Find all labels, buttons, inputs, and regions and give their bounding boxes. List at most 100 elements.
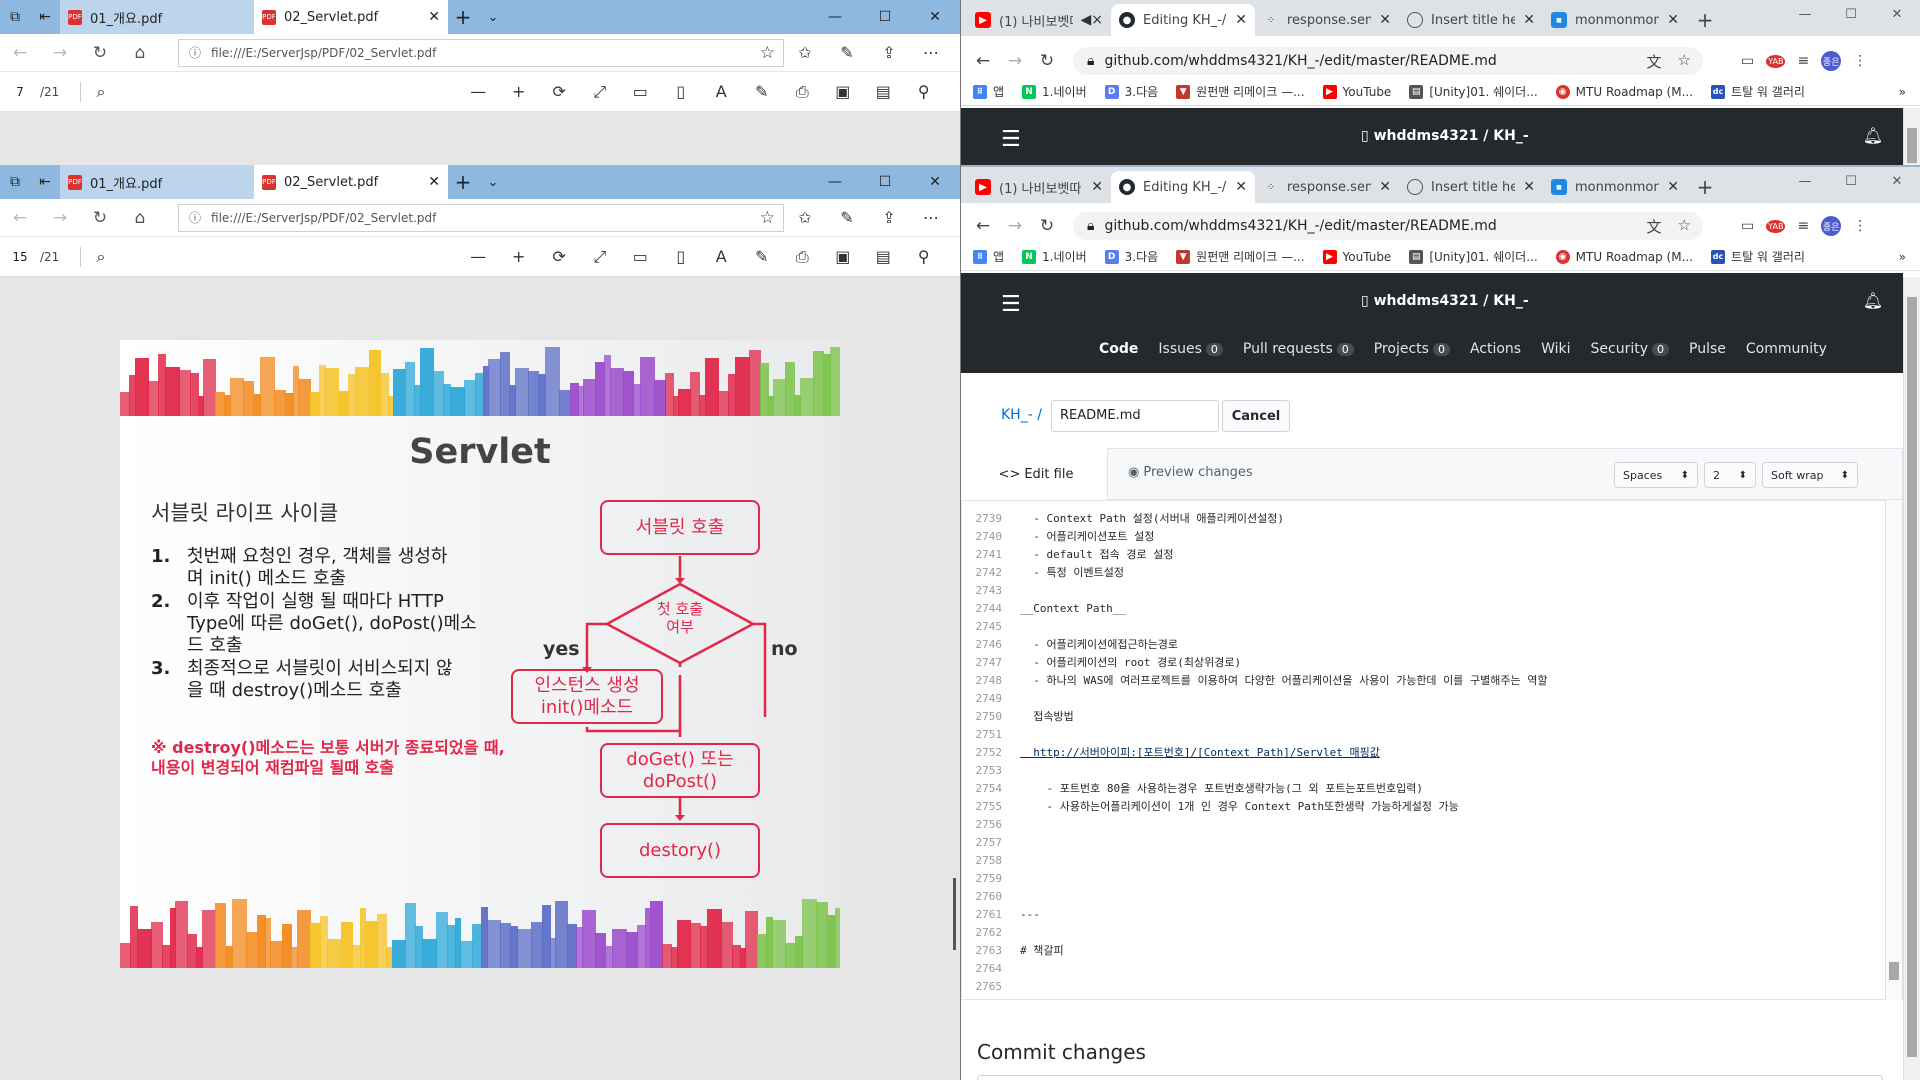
new-tab-button[interactable]: +	[448, 165, 478, 199]
new-tab-button[interactable]: +	[1687, 171, 1723, 203]
chrome-tab[interactable]: Insert title here ✕	[1399, 171, 1543, 203]
zoom-in-icon[interactable]: +	[499, 82, 540, 102]
close-tab-icon[interactable]: ✕	[1379, 12, 1391, 28]
bookmark-item[interactable]: ▼ 원펀맨 리메이크 —...	[1176, 248, 1305, 265]
chrome-tab[interactable]: ▶ (1) 나비보벳따 ◀×	[967, 4, 1111, 36]
translate-icon[interactable]: 文	[1647, 216, 1662, 237]
star-icon[interactable]: ☆	[1678, 51, 1691, 72]
chrome-tab-active[interactable]: ● Editing KH_-/R ✕	[1111, 171, 1255, 203]
star-icon[interactable]: ☆	[760, 208, 775, 228]
home-icon[interactable]: ⌂	[120, 43, 160, 63]
minimize-button[interactable]: —	[1782, 167, 1828, 195]
zoom-out-icon[interactable]: —	[458, 82, 499, 102]
refresh-icon[interactable]: ↻	[1031, 216, 1063, 236]
new-tab-button[interactable]: +	[448, 0, 478, 34]
save-as-icon[interactable]: ▤	[863, 247, 904, 267]
back-icon[interactable]: ←	[0, 43, 40, 63]
more-icon[interactable]: ⋯	[912, 43, 950, 62]
close-button[interactable]: ✕	[910, 165, 960, 199]
bookmark-item[interactable]: dc 트탈 워 갤러리	[1711, 248, 1805, 265]
page-number-input[interactable]: 15	[0, 250, 40, 264]
chrome-tab-active[interactable]: ● Editing KH_-/R ✕	[1111, 4, 1255, 36]
close-tab-icon[interactable]: ✕	[428, 9, 440, 25]
close-tab-icon[interactable]: ✕	[1091, 179, 1103, 195]
tab-actions[interactable]: Actions	[1470, 341, 1521, 357]
save-icon[interactable]: ▣	[823, 247, 864, 267]
reading-list-icon[interactable]: ≡	[1797, 53, 1809, 69]
page-view-icon[interactable]: ▯	[661, 82, 702, 102]
bookmark-item[interactable]: dc 트탈 워 갤러리	[1711, 83, 1805, 100]
maximize-button[interactable]: ☐	[1828, 167, 1874, 195]
forward-icon[interactable]: →	[40, 208, 80, 228]
print-icon[interactable]: ⎙	[782, 82, 823, 102]
bookmark-item[interactable]: ⠿ 앱	[973, 248, 1004, 265]
filename-input[interactable]: README.md	[1051, 400, 1219, 432]
fit-width-icon[interactable]: ▭	[620, 247, 661, 267]
favorites-icon[interactable]: ✩	[786, 208, 824, 227]
search-icon[interactable]: ⌕	[81, 247, 121, 267]
chrome-tab[interactable]: ⁘ response.send ✕	[1255, 4, 1399, 36]
tab-preview-changes[interactable]: ◉ Preview changes	[1128, 465, 1253, 480]
bookmark-item[interactable]: ⠿ 앱	[973, 83, 1004, 100]
fit-page-icon[interactable]: ⤢	[580, 247, 621, 267]
avatar[interactable]: 종은	[1821, 216, 1842, 236]
maximize-button[interactable]: ☐	[860, 0, 910, 34]
menu-icon[interactable]: ⋮	[1853, 218, 1867, 234]
read-aloud-icon[interactable]: A	[701, 82, 742, 102]
breadcrumb[interactable]: KH_- /	[1001, 407, 1042, 423]
tab-issues[interactable]: Issues 0	[1158, 341, 1223, 357]
close-tab-icon[interactable]: ✕	[1235, 12, 1247, 28]
avatar[interactable]: 종은	[1821, 51, 1842, 71]
editor-scrollbar[interactable]	[1885, 500, 1902, 1000]
close-button[interactable]: ✕	[1874, 0, 1920, 28]
star-icon[interactable]: ☆	[1678, 216, 1691, 237]
pdf-scrollbar-thumb[interactable]	[953, 878, 956, 950]
minimize-button[interactable]: —	[810, 165, 860, 199]
mute-icon[interactable]: ◀×	[1081, 12, 1104, 28]
bookmark-item[interactable]: ▤ [Unity]01. 쉐이더...	[1409, 83, 1538, 100]
close-tab-icon[interactable]: ✕	[1667, 179, 1679, 195]
tab-actions-icon[interactable]: ⧉	[0, 0, 30, 34]
tab-code[interactable]: Code	[1099, 341, 1138, 357]
close-tab-icon[interactable]: ✕	[1667, 12, 1679, 28]
close-button[interactable]: ✕	[1874, 167, 1920, 195]
tab-pull-requests[interactable]: Pull requests 0	[1243, 341, 1354, 357]
bookmark-item[interactable]: D 3.다음	[1104, 83, 1158, 100]
chevron-right-icon[interactable]: »	[1899, 250, 1906, 264]
refresh-icon[interactable]: ↻	[1031, 51, 1063, 71]
edge-tab[interactable]: PDF 01_개요.pdf	[60, 165, 254, 199]
bell-icon[interactable]: 🔔︎	[1863, 291, 1883, 310]
bookmark-item[interactable]: N 1.네이버	[1022, 248, 1087, 265]
refresh-icon[interactable]: ↻	[80, 43, 120, 63]
bookmark-item[interactable]: ◉ MTU Roadmap (M...	[1555, 84, 1693, 99]
forward-icon[interactable]: →	[999, 51, 1031, 71]
back-icon[interactable]: ←	[967, 51, 999, 71]
close-tab-icon[interactable]: ✕	[1523, 179, 1535, 195]
bell-icon[interactable]: 🔔︎	[1863, 126, 1883, 145]
tab-wiki[interactable]: Wiki	[1541, 341, 1570, 357]
hamburger-icon[interactable]: ☰	[1001, 292, 1021, 317]
share-icon[interactable]: ⇪	[870, 43, 908, 62]
bookmark-item[interactable]: ▼ 원펀맨 리메이크 —...	[1176, 83, 1305, 100]
edge-tab-active[interactable]: PDF 02_Servlet.pdf ✕	[254, 165, 448, 199]
home-icon[interactable]: ⌂	[120, 208, 160, 228]
bookmark-item[interactable]: ▶ YouTube	[1322, 249, 1391, 264]
scrollbar[interactable]	[1903, 108, 1920, 165]
close-tab-icon[interactable]: ✕	[428, 174, 440, 190]
draw-icon[interactable]: ✎	[742, 247, 783, 267]
repo-title[interactable]: ▯ whddms4321 / KH_-	[1361, 293, 1529, 309]
menu-icon[interactable]: ⋮	[1853, 53, 1867, 69]
reading-list-icon[interactable]: ≡	[1797, 218, 1809, 234]
save-as-icon[interactable]: ▤	[863, 82, 904, 102]
indent-size-select[interactable]: 2	[1704, 462, 1756, 488]
chrome-tab[interactable]: ▶ (1) 나비보벳따 ✕	[967, 171, 1111, 203]
bookmark-item[interactable]: ◉ MTU Roadmap (M...	[1555, 249, 1693, 264]
pin-icon[interactable]: ⚲	[904, 247, 945, 267]
page-number-input[interactable]: 7	[0, 85, 40, 99]
cancel-button[interactable]: Cancel	[1222, 400, 1290, 432]
notes-icon[interactable]: ✎	[828, 208, 866, 227]
tab-community[interactable]: Community	[1746, 341, 1827, 357]
maximize-button[interactable]: ☐	[860, 165, 910, 199]
bookmark-item[interactable]: ▶ YouTube	[1322, 84, 1391, 99]
zoom-in-icon[interactable]: +	[499, 247, 540, 267]
